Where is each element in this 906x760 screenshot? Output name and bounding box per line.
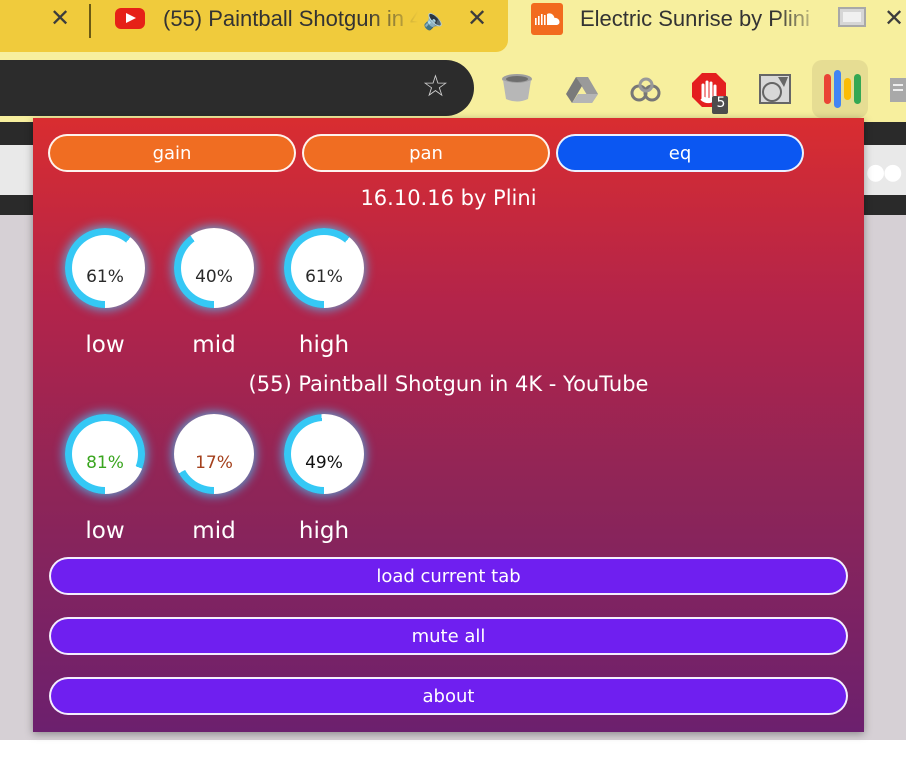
knob-label-mid: mid bbox=[192, 518, 236, 544]
knob-value: 61% bbox=[291, 235, 357, 301]
adblock-badge-count: 5 bbox=[716, 95, 726, 111]
more-options-icon[interactable]: ●● bbox=[866, 160, 902, 185]
tab-strip: ✕ (55) Paintball Shotgun in 4K - YouTube… bbox=[0, 0, 906, 60]
screen-share-icon bbox=[838, 7, 866, 27]
knob-value: 81% bbox=[72, 421, 138, 487]
knob-label-high: high bbox=[298, 332, 350, 358]
adblock-icon[interactable]: 5 bbox=[692, 72, 728, 118]
close-prev-tab-icon[interactable]: ✕ bbox=[50, 6, 70, 30]
tab-divider bbox=[89, 4, 91, 38]
group-title-youtube: (55) Paintball Shotgun in 4K - YouTube bbox=[248, 372, 649, 396]
browser-toolbar: ☆ 5 bbox=[0, 60, 906, 122]
pan-tab-button[interactable]: pan bbox=[302, 134, 550, 172]
soundcloud-icon bbox=[531, 3, 563, 35]
image-extension-icon[interactable] bbox=[758, 73, 792, 109]
audio-eq-extension-icon[interactable] bbox=[812, 60, 868, 118]
close-tab-youtube-icon[interactable]: ✕ bbox=[467, 6, 487, 30]
load-current-tab-button[interactable]: load current tab bbox=[49, 557, 848, 595]
bucket-extension-icon[interactable] bbox=[500, 73, 534, 107]
docs-extension-icon[interactable] bbox=[888, 76, 906, 108]
knob-low-plini[interactable]: 61% bbox=[65, 228, 145, 308]
knob-value: 40% bbox=[181, 235, 247, 301]
knob-mid-youtube[interactable]: 17% bbox=[174, 414, 254, 494]
mute-all-button[interactable]: mute all bbox=[49, 617, 848, 655]
knob-value: 49% bbox=[291, 421, 357, 487]
google-drive-icon[interactable] bbox=[565, 76, 599, 108]
youtube-icon bbox=[115, 8, 145, 29]
speaker-icon[interactable]: 🔈 bbox=[423, 7, 448, 31]
knob-mid-plini[interactable]: 40% bbox=[174, 228, 254, 308]
knob-high-plini[interactable]: 61% bbox=[284, 228, 364, 308]
knob-label-low: low bbox=[85, 332, 125, 358]
knob-high-youtube[interactable]: 49% bbox=[284, 414, 364, 494]
gain-tab-button[interactable]: gain bbox=[48, 134, 296, 172]
address-bar[interactable] bbox=[0, 60, 474, 116]
knob-low-youtube[interactable]: 81% bbox=[65, 414, 145, 494]
tab-title-soundcloud[interactable]: Electric Sunrise by Plini bbox=[580, 5, 825, 33]
eq-tab-button[interactable]: eq bbox=[556, 134, 804, 172]
knob-label-mid: mid bbox=[192, 332, 236, 358]
knob-label-high: high bbox=[298, 518, 350, 544]
bookmark-star-icon[interactable]: ☆ bbox=[422, 70, 449, 104]
knob-value: 17% bbox=[181, 421, 247, 487]
close-tab-soundcloud-icon[interactable]: ✕ bbox=[884, 6, 904, 30]
knob-value: 61% bbox=[72, 235, 138, 301]
knob-label-low: low bbox=[85, 518, 125, 544]
audio-eq-popup: gain pan eq 16.10.16 by Plini 61% 40% 61… bbox=[33, 118, 864, 732]
group-title-plini: 16.10.16 by Plini bbox=[360, 186, 537, 210]
about-button[interactable]: about bbox=[49, 677, 848, 715]
link-extension-icon[interactable] bbox=[628, 76, 664, 108]
tab-title-youtube[interactable]: (55) Paintball Shotgun in 4K - YouTube bbox=[163, 5, 418, 33]
